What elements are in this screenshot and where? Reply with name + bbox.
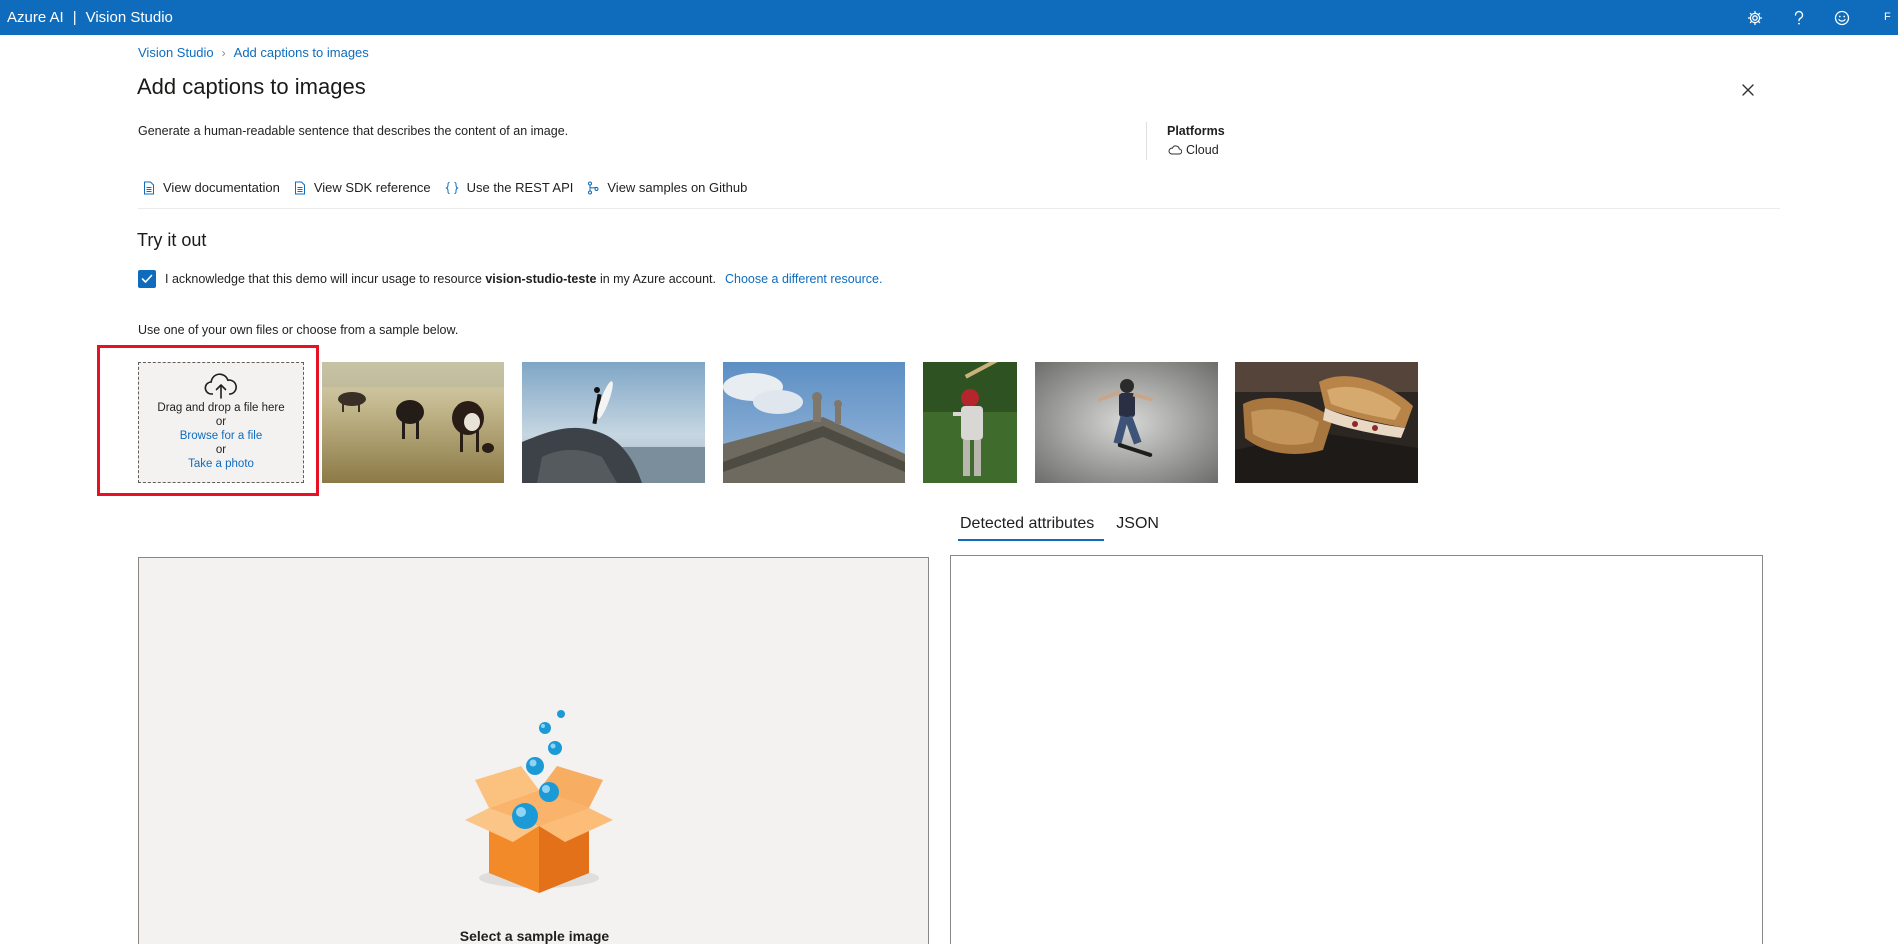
view-sdk-reference-link[interactable]: View SDK reference [294, 180, 431, 195]
brand-name: Azure AI [7, 9, 64, 26]
acknowledge-row: I acknowledge that this demo will incur … [138, 270, 882, 288]
checkmark-icon [141, 274, 153, 283]
try-it-out-title: Try it out [137, 230, 207, 250]
use-rest-api-link[interactable]: Use the REST API [445, 180, 574, 195]
view-samples-github-label: View samples on Github [607, 180, 748, 195]
cloud-upload-icon [204, 373, 237, 399]
acknowledge-checkbox[interactable] [138, 270, 156, 288]
sample-image-skateboarder[interactable] [1035, 362, 1218, 483]
help-icon[interactable] [1787, 6, 1811, 30]
platform-item: Cloud [1168, 143, 1219, 157]
take-photo-link[interactable]: Take a photo [139, 457, 303, 471]
divider [138, 208, 1780, 209]
sample-image-sandwich[interactable] [1235, 362, 1418, 483]
brand[interactable]: Azure AI | Vision Studio [7, 0, 173, 35]
page-title: Add captions to images [137, 74, 366, 99]
tab-detected-attributes[interactable]: Detected attributes [950, 510, 1105, 541]
file-dropzone[interactable]: Drag and drop a file here or Browse for … [138, 362, 304, 483]
results-panel [950, 555, 1763, 944]
instructions-text: Use one of your own files or choose from… [138, 323, 459, 337]
user-avatar[interactable]: F [1884, 11, 1891, 23]
gear-icon[interactable] [1743, 6, 1767, 30]
platforms-title: Platforms [1167, 124, 1225, 138]
cloud-icon [1168, 145, 1182, 155]
use-rest-api-label: Use the REST API [466, 180, 574, 195]
select-sample-text: Select a sample image [459, 928, 610, 944]
sample-image-baseball[interactable] [923, 362, 1017, 483]
image-preview-panel: Select a sample image [138, 557, 929, 944]
product-name: Vision Studio [85, 9, 173, 26]
sample-image-cows[interactable] [322, 362, 504, 483]
platform-label: Cloud [1186, 143, 1219, 157]
browse-file-link[interactable]: Browse for a file [139, 429, 303, 443]
breadcrumb: Vision Studio › Add captions to images [138, 45, 369, 60]
braces-icon [445, 181, 459, 194]
acknowledge-suffix: in my Azure account. [599, 272, 716, 286]
view-samples-github-link[interactable]: View samples on Github [587, 180, 747, 195]
breadcrumb-current-link[interactable]: Add captions to images [234, 45, 369, 60]
brand-separator: | [72, 9, 77, 26]
top-bar: Azure AI | Vision Studio F [0, 0, 1898, 35]
choose-resource-link[interactable]: Choose a different resource. [725, 272, 883, 286]
divider [1146, 122, 1147, 160]
view-documentation-link[interactable]: View documentation [143, 180, 280, 195]
resource-links: View documentation View SDK reference Us… [143, 180, 761, 195]
chevron-right-icon: › [221, 45, 226, 60]
sample-image-surfer[interactable] [522, 362, 705, 483]
or-text: or [215, 416, 227, 428]
open-box-illustration [465, 710, 613, 893]
drag-drop-text: Drag and drop a file here [157, 402, 285, 414]
document-icon [144, 181, 154, 194]
view-sdk-reference-label: View SDK reference [313, 180, 431, 195]
feedback-smiley-icon[interactable] [1830, 6, 1854, 30]
result-tabs: Detected attributes JSON [950, 510, 1169, 541]
resource-name: vision-studio-teste [485, 272, 597, 286]
acknowledge-text: I acknowledge that this demo will incur … [165, 272, 482, 286]
document-icon [294, 181, 305, 194]
view-documentation-label: View documentation [163, 180, 280, 195]
page-description: Generate a human-readable sentence that … [138, 124, 569, 138]
sample-image-statue[interactable] [723, 362, 905, 483]
or-text: or [215, 444, 227, 456]
branch-icon [588, 181, 599, 194]
breadcrumb-home-link[interactable]: Vision Studio [138, 45, 214, 60]
tab-json[interactable]: JSON [1106, 510, 1169, 541]
close-icon[interactable] [1736, 78, 1760, 102]
